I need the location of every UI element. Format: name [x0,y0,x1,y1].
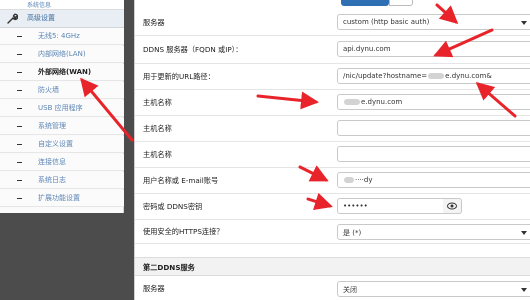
hostname-label: 主机名称 [143,98,172,107]
bullet-icon [17,180,22,181]
password-row: 密码或 DDNS密钥 •••••• [135,194,530,220]
sidebar-item-connection-info[interactable]: 连接信息 [0,154,124,171]
server2-label: 服务器 [143,284,165,293]
hostname-row-1: 主机名称 e.dynu.com [135,90,530,116]
sidebar-item-label: 内部网络(LAN) [38,50,86,58]
hostname-value: e.dynu.com [361,98,403,106]
sidebar-item-administration[interactable]: 系统管理 [0,118,124,135]
redacted-mask [344,177,354,183]
bullet-icon [17,126,22,127]
https-label: 使用安全的HTTPS连接？ [143,227,224,236]
ddns-server-row: DDNS 服务器（FQDN 或IP）： api.dynu.com [135,36,530,64]
server2-select[interactable]: 关闭 [337,281,530,297]
secondary-ddns-section-header: 第二DDNS服务 [135,257,530,276]
ddns-server-label: DDNS 服务器（FQDN 或IP）： [143,45,243,54]
sidebar-item-firewall[interactable]: 防火墙 [0,82,124,99]
server2-row: 服务器 关闭 [135,277,530,300]
update-url-suffix: e.dynu.com& [445,72,492,80]
server-label: 服务器 [143,18,165,27]
sidebar-item-label: 外部网络(WAN) [38,68,92,76]
enable-toggle-on[interactable] [341,0,389,6]
ddns-server-input[interactable]: api.dynu.com [337,41,530,57]
server-select[interactable]: custom (http basic auth) [337,14,530,30]
hostname-input-3[interactable] [337,146,530,162]
server-row: 服务器 custom (http basic auth) [135,8,530,36]
hostname-input-1[interactable]: e.dynu.com [337,94,530,110]
sidebar-item-label: 连接信息 [38,158,66,166]
sidebar-item-label: 系统信息 [27,2,52,9]
hostname-row-2: 主机名称 [135,116,530,142]
sidebar-item-system-log[interactable]: 系统日志 [0,172,124,189]
sidebar-item-lan[interactable]: 内部网络(LAN) [0,46,124,63]
sidebar-item-label: 防火墙 [38,86,59,94]
bullet-icon [17,144,22,145]
sidebar-item-wireless[interactable]: 无线5: 4GHz [0,28,124,45]
wrench-icon [7,13,18,24]
hostname-label: 主机名称 [143,124,172,133]
sidebar-item-label: USB 应用程序 [38,104,83,112]
sidebar-item-label: 系统日志 [38,176,66,184]
hostname-label: 主机名称 [143,150,172,159]
https-row: 使用安全的HTTPS连接？ 是 (*) [135,220,530,244]
sidebar-item-custom-settings[interactable]: 自定义设置 [0,136,124,153]
sidebar: 系统信息 高级设置 无线5: 4GHz 内部网络(LAN) 外部网络(WAN) … [0,0,124,213]
username-label: 用户名称或 E-mail账号 [143,176,219,185]
hostname-row-3: 主机名称 [135,142,530,168]
ddns-settings-panel: 服务器 custom (http basic auth) DDNS 服务器（FQ… [134,0,530,300]
section-title: 第二DDNS服务 [143,263,195,272]
bullet-icon [17,162,22,163]
sidebar-item-wan[interactable]: 外部网络(WAN) [0,64,124,81]
bullet-icon [17,36,22,37]
sidebar-item-label: 自定义设置 [38,140,73,148]
username-value: ····dy [355,176,373,184]
update-url-input[interactable]: /nic/update?hostname= e.dynu.com& [337,68,530,84]
bullet-icon [17,72,22,73]
sidebar-item-extensions[interactable]: 扩展功能设置 [0,190,124,207]
sidebar-item-label: 无线5: 4GHz [38,32,80,40]
password-label: 密码或 DDNS密钥 [143,202,203,211]
sidebar-item-system-info[interactable]: 系统信息 [0,0,124,10]
update-url-row: 用于更新的URL路径： /nic/update?hostname= e.dynu.… [135,64,530,90]
sidebar-section-advanced[interactable]: 高级设置 [0,10,124,28]
update-url-prefix: /nic/update?hostname= [343,72,428,80]
username-input[interactable]: ····dy [337,172,530,188]
router-admin-page: 系统信息 高级设置 无线5: 4GHz 内部网络(LAN) 外部网络(WAN) … [0,0,530,300]
bullet-icon [17,108,22,109]
sidebar-item-label: 系统管理 [38,122,66,130]
password-input[interactable]: •••••• [337,198,444,214]
username-row: 用户名称或 E-mail账号 ····dy [135,168,530,194]
sidebar-section-label: 高级设置 [27,14,55,22]
update-url-label: 用于更新的URL路径： [143,72,215,81]
redacted-mask [428,73,445,79]
enable-toggle-off[interactable] [389,0,413,6]
show-password-button[interactable] [443,198,462,214]
sidebar-item-label: 扩展功能设置 [38,194,80,202]
https-select[interactable]: 是 (*) [337,224,530,240]
redacted-mask [344,99,360,105]
sidebar-item-usb-apps[interactable]: USB 应用程序 [0,100,124,117]
eye-icon [447,202,457,210]
bullet-icon [17,90,22,91]
hostname-input-2[interactable] [337,120,530,136]
bullet-icon [17,54,22,55]
bullet-icon [17,198,22,199]
